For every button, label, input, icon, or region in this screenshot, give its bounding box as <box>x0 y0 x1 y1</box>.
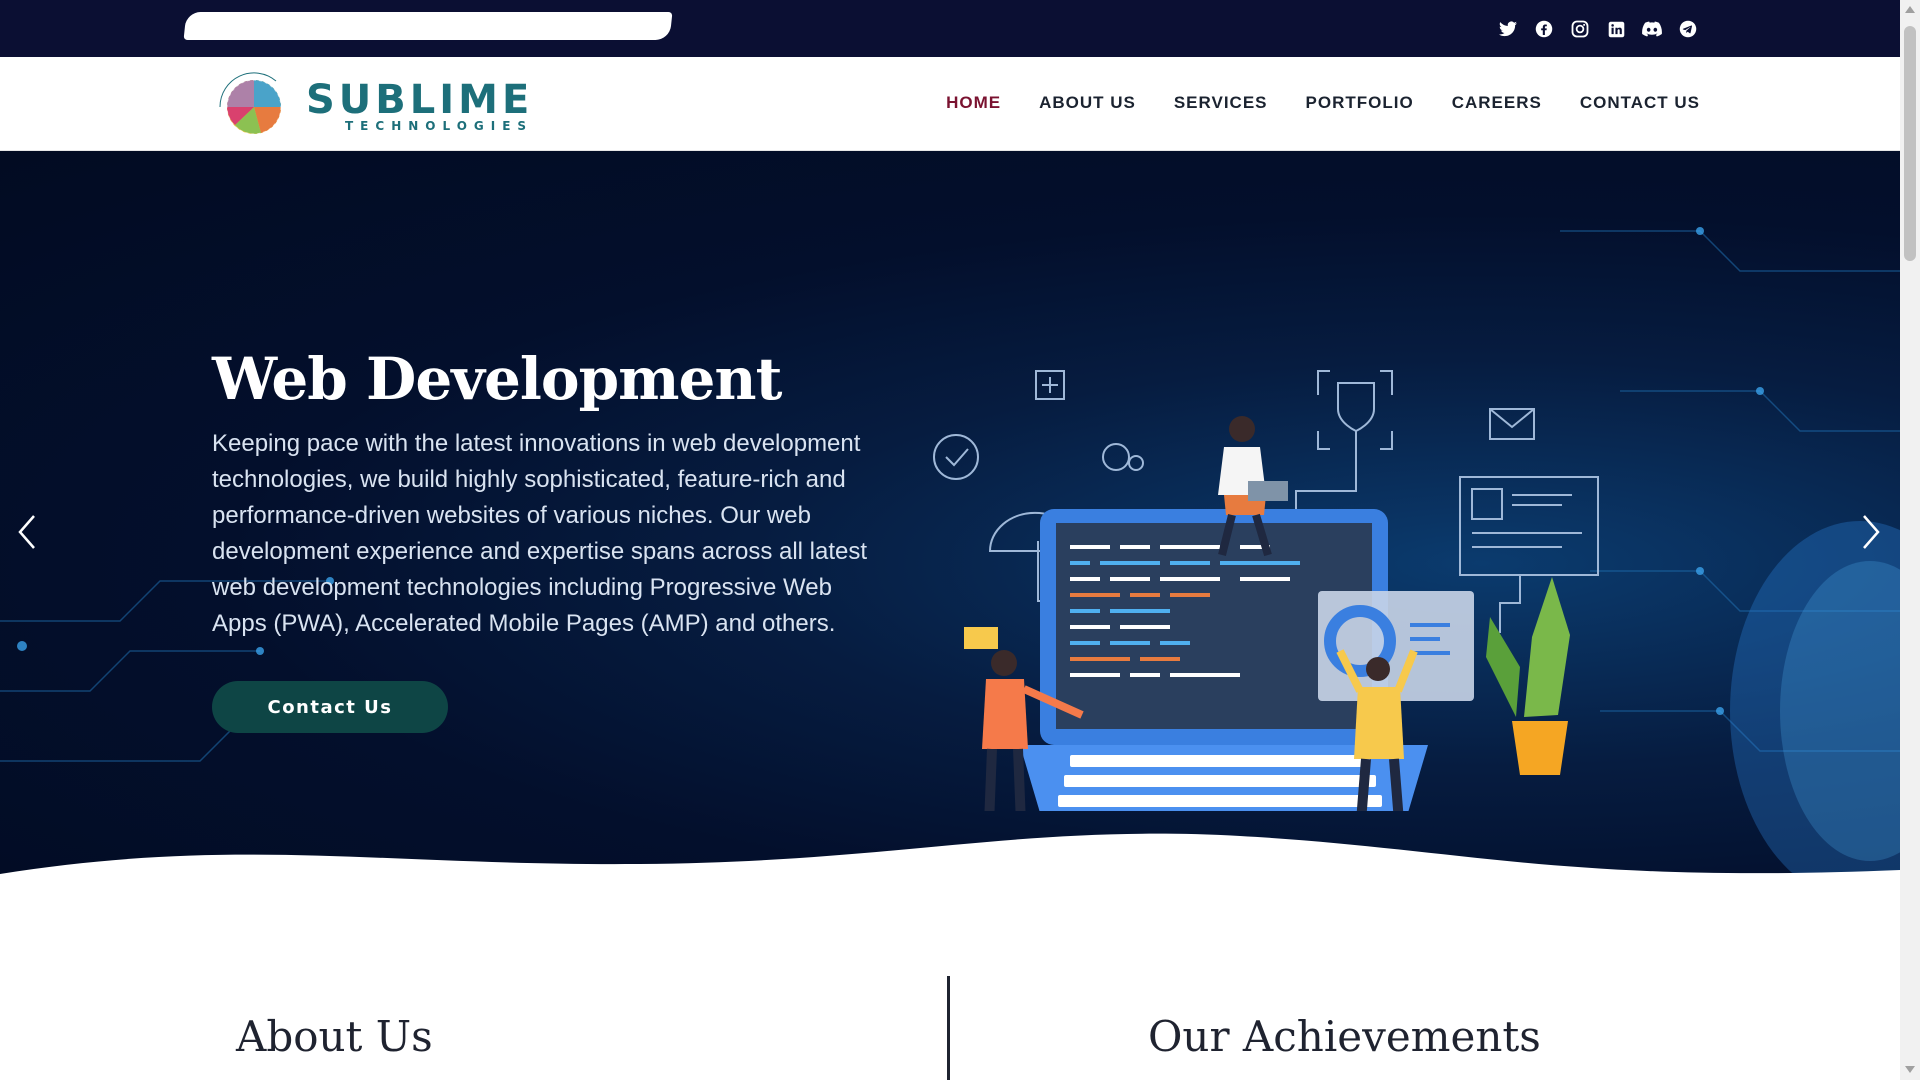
telegram-icon[interactable] <box>1677 18 1699 40</box>
nav-services[interactable]: SERVICES <box>1174 93 1268 113</box>
redacted-contact-info <box>183 12 673 40</box>
slider-next-arrow-icon[interactable] <box>1856 508 1886 556</box>
social-links <box>1497 18 1699 40</box>
logo-wordmark: SUBLIME <box>306 77 534 123</box>
nav-careers[interactable]: CAREERS <box>1452 93 1542 113</box>
web-development-illustration <box>933 370 1599 811</box>
instagram-icon[interactable] <box>1569 18 1591 40</box>
nav-home[interactable]: HOME <box>946 93 1001 113</box>
hero-slider: Web Development Keeping pace with the la… <box>0 151 1900 901</box>
facebook-icon[interactable] <box>1533 18 1555 40</box>
nav-portfolio[interactable]: PORTFOLIO <box>1306 93 1414 113</box>
globe-logo-icon <box>219 72 282 135</box>
hero-description: Keeping pace with the latest innovations… <box>212 430 868 637</box>
about-us-heading: About Us <box>236 1012 433 1061</box>
discord-icon[interactable] <box>1641 18 1663 40</box>
top-bar <box>0 0 1900 57</box>
contact-us-button[interactable]: Contact Us <box>212 681 448 733</box>
company-logo[interactable]: SUBLIME TECHNOLOGIES <box>208 67 568 139</box>
hero-title: Web Development <box>212 345 782 413</box>
nav-contact-us[interactable]: CONTACT US <box>1580 93 1700 113</box>
section-divider <box>947 976 950 1080</box>
slider-prev-arrow-icon[interactable] <box>12 508 42 556</box>
linkedin-icon[interactable] <box>1605 18 1627 40</box>
scroll-down-arrow-icon[interactable] <box>1905 1066 1915 1073</box>
main-navbar: SUBLIME TECHNOLOGIES HOME ABOUT US SERVI… <box>0 57 1900 151</box>
page-scrollbar[interactable] <box>1900 0 1920 1080</box>
scroll-thumb[interactable] <box>1904 26 1916 261</box>
twitter-icon[interactable] <box>1497 18 1519 40</box>
nav-about-us[interactable]: ABOUT US <box>1039 93 1136 113</box>
our-achievements-heading: Our Achievements <box>1148 1012 1541 1061</box>
nav-menu: HOME ABOUT US SERVICES PORTFOLIO CAREERS… <box>946 93 1700 113</box>
scroll-up-arrow-icon[interactable] <box>1905 6 1915 13</box>
page: SUBLIME TECHNOLOGIES HOME ABOUT US SERVI… <box>0 0 1900 1080</box>
hero-wave-divider <box>0 833 1900 901</box>
logo-subtitle: TECHNOLOGIES <box>345 119 534 133</box>
